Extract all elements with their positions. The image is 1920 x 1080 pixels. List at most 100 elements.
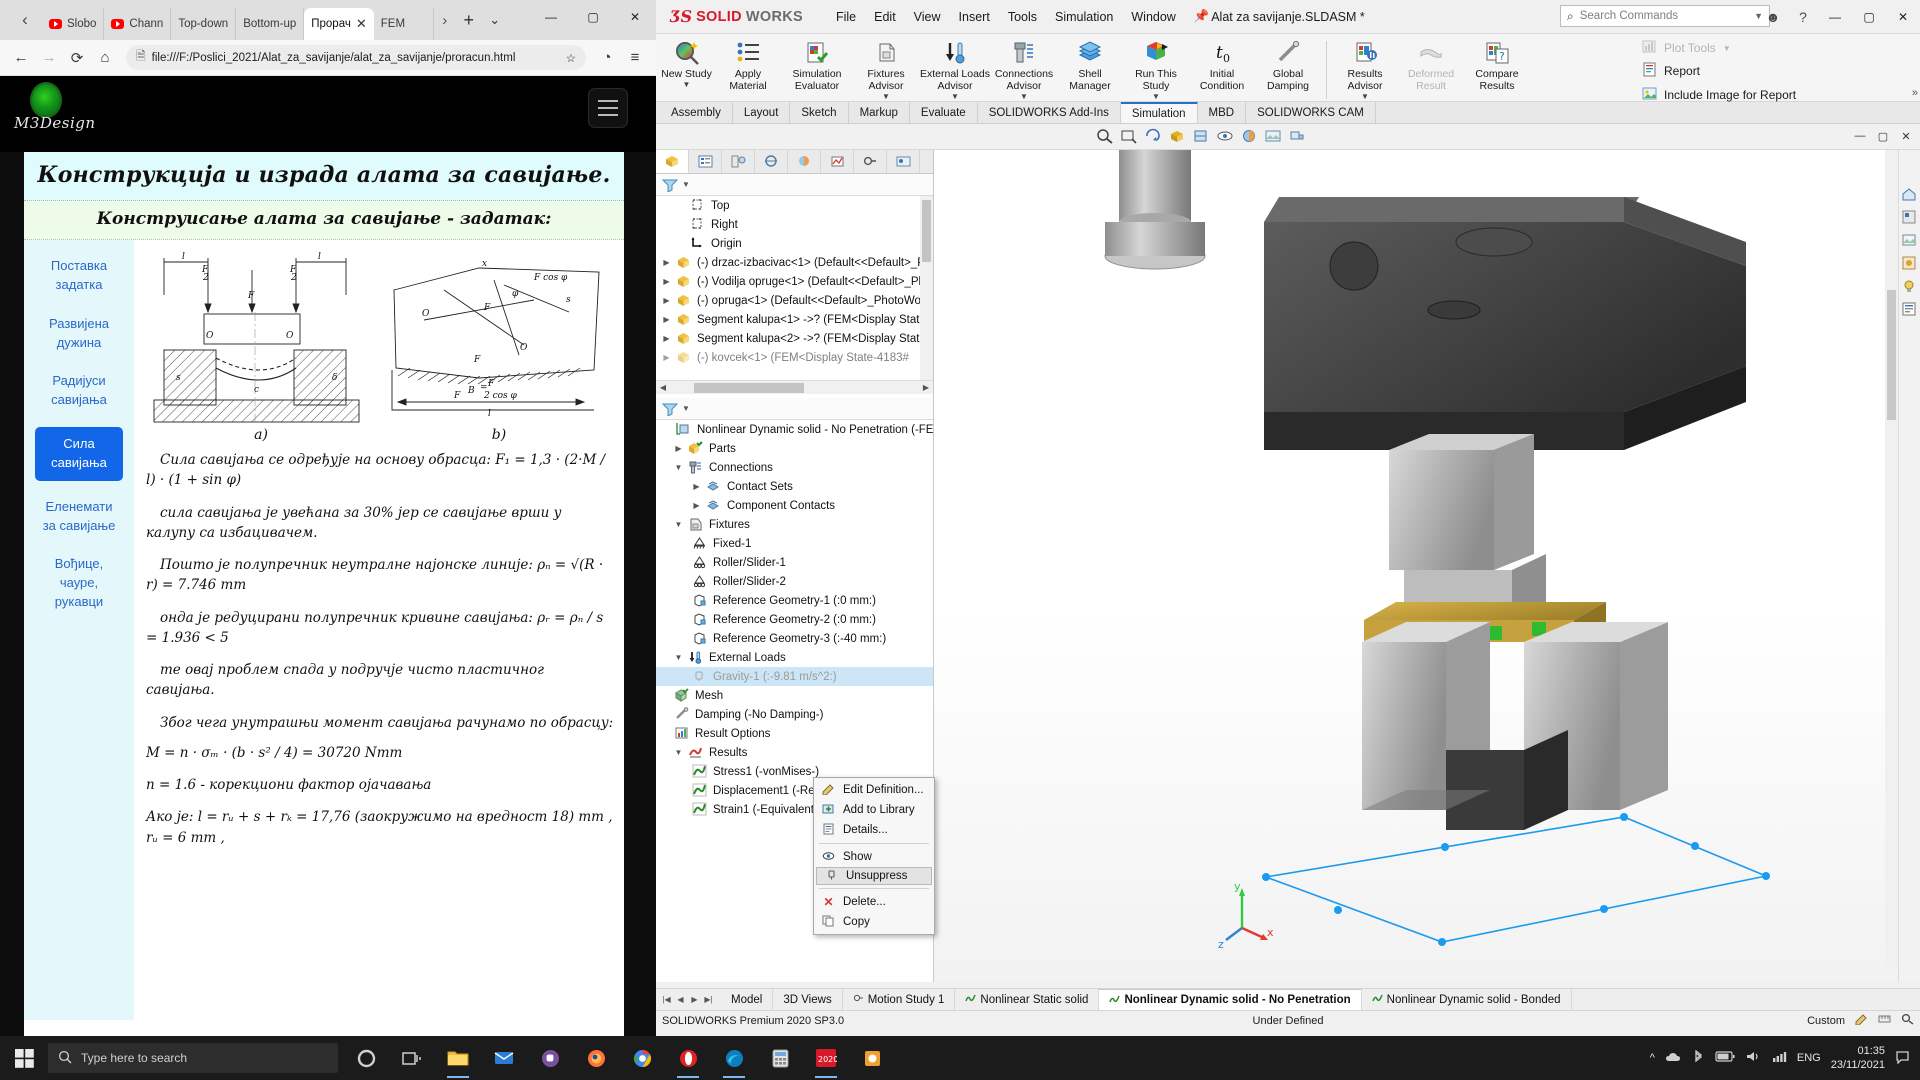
- user-icon[interactable]: ☻: [1758, 9, 1788, 25]
- home-icon[interactable]: [1901, 186, 1919, 204]
- motion-study-icon[interactable]: [854, 150, 887, 173]
- chevron-down-icon[interactable]: ▼: [683, 81, 691, 89]
- context-menu-show[interactable]: Show: [814, 847, 934, 867]
- browser-tab-3[interactable]: Bottom-up: [236, 8, 305, 40]
- collapse-arrow-icon[interactable]: ▼: [674, 748, 683, 757]
- context-menu[interactable]: Edit Definition... Add to Library Detail…: [813, 777, 935, 935]
- tree-item-segment-kalupa-1[interactable]: ▶ Segment kalupa<1> ->? (FEM<Display Sta…: [656, 310, 933, 329]
- shell-manager-button[interactable]: Shell Manager: [1057, 37, 1123, 95]
- volume-icon[interactable]: [1746, 1050, 1761, 1066]
- study-tab-3d-views[interactable]: 3D Views: [773, 989, 843, 1010]
- bluetooth-icon[interactable]: [1693, 1049, 1704, 1067]
- feature-manager-icon[interactable]: [656, 150, 689, 173]
- zoom-area-icon[interactable]: [1120, 128, 1140, 146]
- study-tab-model[interactable]: Model: [721, 989, 774, 1010]
- nav-item-elemenati-za-savijanje[interactable]: Еленемати за савијање: [35, 495, 123, 539]
- tree-item-vodilja-opruge[interactable]: ▶ (-) Vodilja opruge<1> (Default<<Defaul…: [656, 272, 933, 291]
- run-this-study-button[interactable]: Run This Study ▼: [1123, 37, 1189, 101]
- close-button[interactable]: ✕: [614, 0, 656, 34]
- opera-icon[interactable]: [666, 1036, 710, 1080]
- tree-item-fixed-1[interactable]: Fixed-1: [656, 534, 933, 553]
- decals-icon[interactable]: [1901, 255, 1919, 273]
- collapse-arrow-icon[interactable]: ▼: [674, 520, 683, 529]
- chevron-down-icon[interactable]: ▼: [682, 180, 690, 189]
- home-icon[interactable]: ⌂: [92, 45, 118, 71]
- custom-props-icon[interactable]: [1901, 301, 1919, 319]
- tree-item-damping[interactable]: Damping (-No Damping-): [656, 705, 933, 724]
- feature-tree-list[interactable]: Top Right Origin ▶ (-) drzac-izbacivac<1…: [656, 196, 933, 380]
- study-tab-motion-study-1[interactable]: Motion Study 1: [843, 989, 956, 1010]
- taskbar-search-input[interactable]: Type here to search: [48, 1043, 338, 1073]
- chevron-down-icon[interactable]: ▼: [1361, 93, 1369, 101]
- nav-item-razvijena-duzina[interactable]: Развијена дужина: [35, 312, 123, 356]
- tab-solidworks-cam[interactable]: SOLIDWORKS CAM: [1246, 102, 1376, 123]
- chevron-down-icon[interactable]: ▼: [1152, 93, 1160, 101]
- expand-arrow-icon[interactable]: ▶: [662, 334, 671, 343]
- collections-icon[interactable]: ◔: [594, 45, 620, 71]
- tree-item-origin[interactable]: Origin: [656, 234, 933, 253]
- taskbar-clock[interactable]: 01:35 23/11/2021: [1831, 1044, 1885, 1073]
- rotate-view-icon[interactable]: [1144, 128, 1164, 146]
- chevron-down-icon[interactable]: ▼: [682, 404, 690, 413]
- menu-view[interactable]: View: [905, 6, 950, 28]
- new-study-button[interactable]: New Study ▼: [658, 37, 715, 95]
- 3d-viewport[interactable]: y x z: [934, 150, 1920, 982]
- hamburger-icon[interactable]: [588, 88, 628, 128]
- tree-item-gravity-1[interactable]: Gravity-1 (:-9.81 m/s^2:): [656, 667, 933, 686]
- fixtures-advisor-button[interactable]: Fixtures Advisor ▼: [853, 37, 919, 101]
- study-tab-nonlinear-static-solid[interactable]: Nonlinear Static solid: [955, 989, 1100, 1010]
- scroll-left-icon[interactable]: ◀: [656, 383, 670, 392]
- chevron-down-icon[interactable]: ▼: [1723, 44, 1731, 53]
- expand-arrow-icon[interactable]: ▶: [692, 501, 701, 510]
- language-indicator[interactable]: ENG: [1797, 1052, 1821, 1064]
- menu-file[interactable]: File: [827, 6, 865, 28]
- tab-simulation[interactable]: Simulation: [1120, 102, 1198, 123]
- initial-condition-button[interactable]: t 0 Initial Condition: [1189, 37, 1255, 95]
- start-button[interactable]: [0, 1036, 48, 1080]
- tree-item-external-loads[interactable]: ▼ External Loads: [656, 648, 933, 667]
- doc-restore-button[interactable]: ▢: [1872, 130, 1894, 143]
- scroll-right-icon[interactable]: ▶: [919, 383, 933, 392]
- minimize-button[interactable]: —: [530, 0, 572, 34]
- tree-item-reference-geometry-1[interactable]: Reference Geometry-1 (:0 mm:): [656, 591, 933, 610]
- expand-arrow-icon[interactable]: ▶: [674, 444, 683, 453]
- menu-window[interactable]: Window: [1122, 6, 1184, 28]
- zoom-to-fit-icon[interactable]: [1096, 128, 1116, 146]
- tab-mbd[interactable]: MBD: [1197, 102, 1247, 123]
- appearances-tab-icon[interactable]: [1901, 209, 1919, 227]
- include-image-for-report-button[interactable]: Include Image for Report: [1640, 83, 1900, 107]
- context-menu-copy[interactable]: Copy: [814, 912, 934, 932]
- tree-item-component-contacts[interactable]: ▶ Component Contacts: [656, 496, 933, 515]
- results-advisor-button[interactable]: Results Advisor ▼: [1332, 37, 1398, 101]
- tree-item-mesh[interactable]: Mesh: [656, 686, 933, 705]
- global-damping-button[interactable]: Global Damping: [1255, 37, 1321, 95]
- collapse-arrow-icon[interactable]: ▼: [674, 463, 683, 472]
- tree-item-reference-geometry-3[interactable]: Reference Geometry-3 (:-40 mm:): [656, 629, 933, 648]
- display-style-icon[interactable]: [1192, 128, 1212, 146]
- lights-icon[interactable]: [1901, 278, 1919, 296]
- feature-tree-filter[interactable]: ▼: [656, 174, 933, 196]
- expand-arrow-icon[interactable]: ▶: [662, 353, 671, 362]
- simulation-tab-icon[interactable]: [821, 150, 854, 173]
- help-icon[interactable]: ?: [1788, 9, 1818, 25]
- cortana-icon[interactable]: [344, 1036, 388, 1080]
- chevron-down-icon[interactable]: ▼: [882, 93, 890, 101]
- menu-edit[interactable]: Edit: [865, 6, 905, 28]
- menu-simulation[interactable]: Simulation: [1046, 6, 1122, 28]
- apply-material-button[interactable]: Apply Material: [715, 37, 781, 95]
- study-tab-nonlinear-dynamic-no-penetration[interactable]: Nonlinear Dynamic solid - No Penetration: [1099, 989, 1362, 1010]
- browser-tab-2[interactable]: Top-down: [171, 8, 237, 40]
- context-menu-delete[interactable]: ✕ Delete...: [814, 892, 934, 912]
- property-manager-icon[interactable]: [689, 150, 722, 173]
- context-menu-edit-definition[interactable]: Edit Definition...: [814, 780, 934, 800]
- tree-item-contact-sets[interactable]: ▶ Contact Sets: [656, 477, 933, 496]
- tab-evaluate[interactable]: Evaluate: [909, 102, 978, 123]
- browser-tab-5[interactable]: FEM: [374, 8, 434, 40]
- last-tab-icon[interactable]: ▶|: [702, 995, 715, 1004]
- chevron-down-icon[interactable]: ▼: [1020, 93, 1028, 101]
- solidworks-2020-icon[interactable]: 2020: [804, 1036, 848, 1080]
- tree-item-drzac-izbacivac[interactable]: ▶ (-) drzac-izbacivac<1> (Default<<Defau…: [656, 253, 933, 272]
- tree-item-top[interactable]: Top: [656, 196, 933, 215]
- tab-scroll-right-button[interactable]: ›: [434, 0, 456, 40]
- chevron-down-icon[interactable]: ▼: [951, 93, 959, 101]
